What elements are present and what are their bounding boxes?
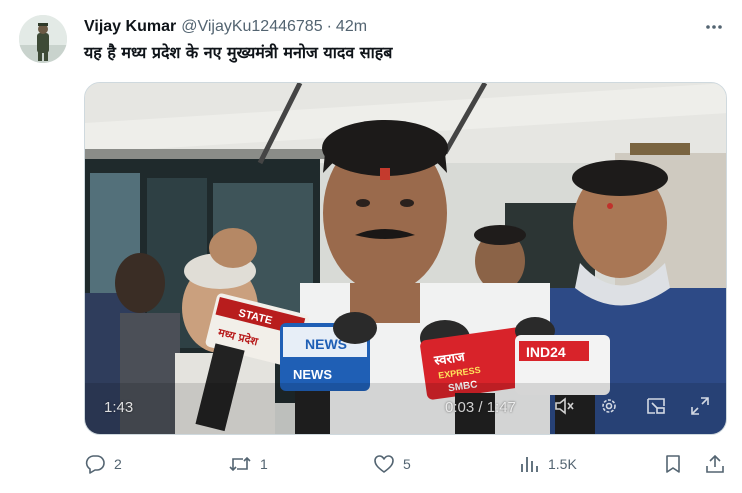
tweet-timestamp[interactable]: 42m xyxy=(336,18,367,36)
picture-in-picture-button[interactable] xyxy=(644,394,668,418)
retweet-button[interactable]: 1 xyxy=(228,449,268,479)
reply-button[interactable]: 2 xyxy=(84,449,122,479)
bookmark-button[interactable] xyxy=(662,449,684,479)
reply-icon xyxy=(85,455,105,474)
tweet: Vijay Kumar @VijayKu12446785 · 42m यह है… xyxy=(0,0,742,493)
retweet-count: 1 xyxy=(260,456,268,472)
like-button[interactable]: 5 xyxy=(373,449,411,479)
more-dots-icon xyxy=(706,25,722,29)
video-elapsed-left: 1:43 xyxy=(104,399,134,416)
mic-label-ind24: IND24 xyxy=(526,344,566,360)
fullscreen-button[interactable] xyxy=(688,394,712,418)
more-options-button[interactable] xyxy=(700,15,728,39)
video-settings-button[interactable] xyxy=(597,394,621,418)
share-button[interactable] xyxy=(704,449,726,479)
video-player[interactable]: STATE मध्य प्रदेश NEWS NEWS स्वराज EXPRE… xyxy=(84,82,727,435)
author-name[interactable]: Vijay Kumar xyxy=(84,18,176,36)
reply-count: 2 xyxy=(114,456,122,472)
gear-icon xyxy=(602,399,616,413)
volume-mute-icon xyxy=(555,397,574,415)
tweet-text: यह है मध्य प्रदेश के नए मुख्यमंत्री मनोज… xyxy=(84,43,393,62)
video-frame: STATE मध्य प्रदेश NEWS NEWS स्वराज EXPRE… xyxy=(85,83,726,434)
tweet-actions: 2 1 5 1.5K xyxy=(84,449,734,479)
mute-button[interactable] xyxy=(552,394,576,418)
picture-in-picture-icon xyxy=(647,398,665,414)
retweet-icon xyxy=(229,456,251,472)
avatar[interactable] xyxy=(19,15,67,63)
separator-dot: · xyxy=(326,18,332,35)
analytics-icon xyxy=(521,457,538,472)
fullscreen-icon xyxy=(691,397,709,415)
avatar-image xyxy=(19,15,67,63)
heart-icon xyxy=(374,455,394,473)
views-count: 1.5K xyxy=(548,456,577,472)
bookmark-icon xyxy=(666,455,680,473)
video-playback-time: 0:03 / 1:47 xyxy=(445,399,516,416)
mic-label-news: NEWS xyxy=(293,367,332,382)
share-icon xyxy=(706,454,724,473)
views-button[interactable]: 1.5K xyxy=(518,449,577,479)
like-count: 5 xyxy=(403,456,411,472)
tweet-header: Vijay Kumar @VijayKu12446785 · 42m xyxy=(84,16,367,38)
author-handle[interactable]: @VijayKu12446785 xyxy=(181,18,322,36)
